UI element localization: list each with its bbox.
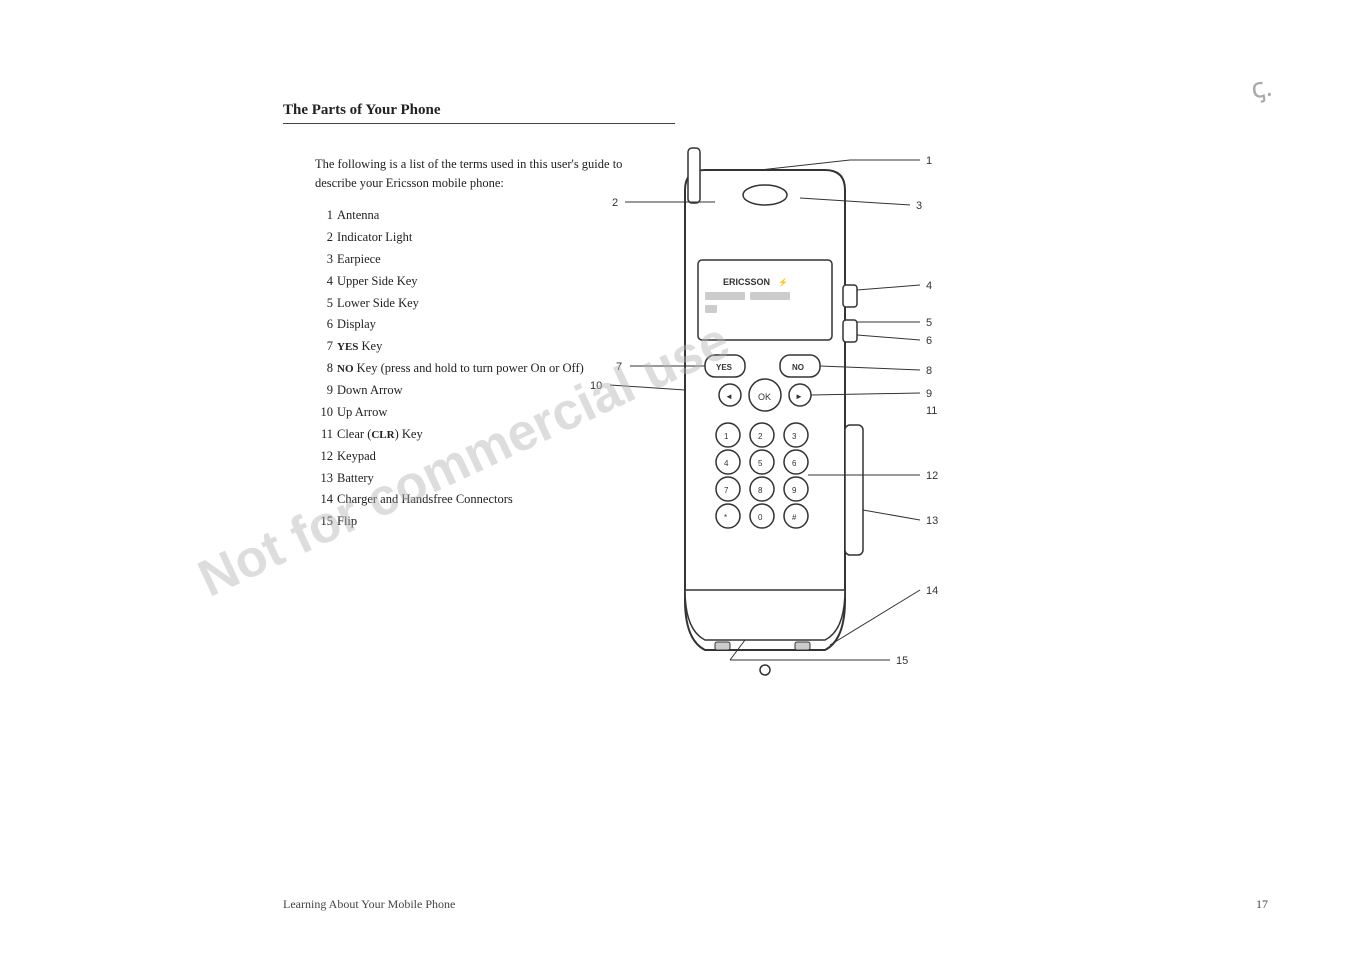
svg-text:1: 1 [926, 155, 932, 167]
page: The Parts of Your Phone The following is… [0, 0, 1351, 954]
svg-text:⚡: ⚡ [778, 277, 788, 287]
svg-text:◄: ◄ [725, 392, 733, 401]
svg-text:NO: NO [792, 363, 804, 372]
svg-text:YES: YES [716, 363, 733, 372]
svg-text:11: 11 [926, 405, 937, 417]
svg-text:7: 7 [724, 486, 729, 495]
decorative-swirl: ꞔ. [1247, 67, 1274, 108]
svg-text:9: 9 [926, 388, 932, 400]
svg-text:4: 4 [926, 280, 932, 292]
footer-page-number: 17 [1256, 897, 1268, 912]
svg-text:ERICSSON: ERICSSON [723, 277, 770, 287]
svg-text:1: 1 [724, 432, 729, 441]
svg-text:7: 7 [616, 361, 622, 373]
phone-diagram: ERICSSON ⚡ YES NO OK ◄ ► [530, 130, 1020, 730]
svg-text:#: # [792, 513, 797, 522]
svg-text:10: 10 [590, 380, 602, 392]
svg-text:*: * [724, 513, 727, 522]
svg-text:9: 9 [792, 486, 797, 495]
svg-text:5: 5 [926, 317, 932, 329]
footer-left: Learning About Your Mobile Phone [283, 897, 455, 912]
section-title: The Parts of Your Phone [283, 102, 675, 124]
svg-text:14: 14 [926, 585, 938, 597]
svg-text:3: 3 [792, 432, 797, 441]
svg-text:15: 15 [896, 655, 908, 667]
svg-text:2: 2 [612, 197, 618, 209]
svg-text:13: 13 [926, 515, 938, 527]
svg-text:3: 3 [916, 200, 922, 212]
svg-text:8: 8 [926, 365, 932, 377]
svg-text:6: 6 [926, 335, 932, 347]
svg-text:12: 12 [926, 470, 938, 482]
svg-text:0: 0 [758, 513, 763, 522]
svg-text:2: 2 [758, 432, 763, 441]
svg-text:6: 6 [792, 459, 797, 468]
svg-text:8: 8 [758, 486, 763, 495]
svg-text:►: ► [795, 392, 803, 401]
svg-text:4: 4 [724, 459, 729, 468]
svg-text:5: 5 [758, 459, 763, 468]
svg-text:OK: OK [758, 392, 771, 402]
